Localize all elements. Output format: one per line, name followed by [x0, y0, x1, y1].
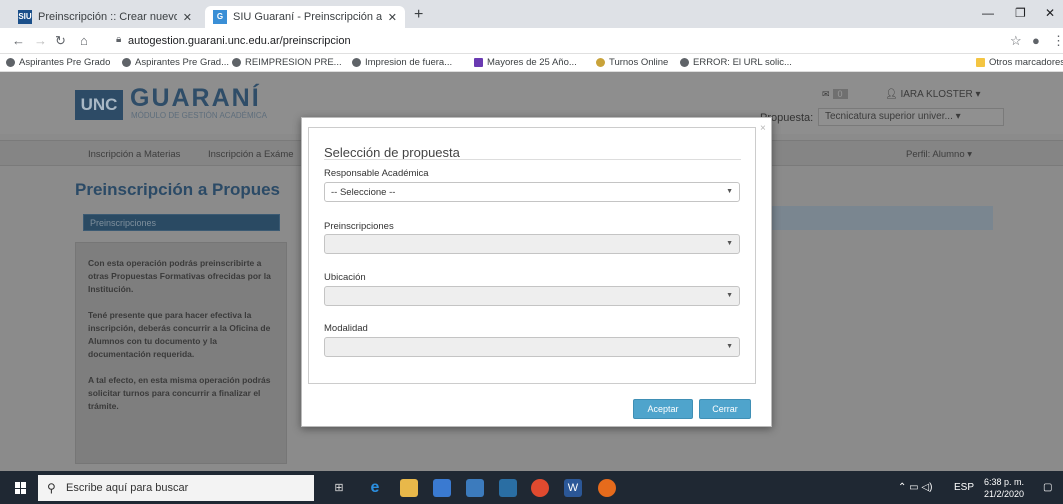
responsable-value: -- Seleccione --: [331, 187, 396, 198]
browser-tabstrip: SIU Preinscripción :: Crear nuevo usu ✕ …: [0, 0, 1063, 28]
siu-favicon-icon: SIU: [18, 10, 32, 24]
new-tab-icon[interactable]: +: [414, 6, 423, 24]
chrome-icon[interactable]: [531, 479, 549, 497]
firefox-icon[interactable]: [598, 479, 616, 497]
info-panel: Con esta operación podrás preinscribirte…: [75, 242, 287, 464]
bookmark-item[interactable]: Aspirantes Pre Grad...: [122, 57, 229, 68]
modal-title: Selección de propuesta: [324, 145, 460, 160]
profile-icon[interactable]: ●: [1032, 33, 1040, 48]
user-name: IARA KLOSTER ▾: [900, 89, 981, 100]
task-view-icon[interactable]: ⊞: [330, 479, 348, 497]
search-icon: ⚲: [47, 481, 56, 495]
menu-perfil[interactable]: Perfil: Alumno ▾: [906, 149, 972, 160]
tab-title: Preinscripción :: Crear nuevo usu: [38, 11, 177, 23]
file-explorer-icon[interactable]: [400, 479, 418, 497]
taskbar: ⚲ Escribe aquí para buscar ⊞ e W ⌃ ▭ ◁) …: [0, 471, 1063, 504]
menu-inscripcion-materias[interactable]: Inscripción a Materias: [88, 149, 180, 160]
bookmarks-bar: Aspirantes Pre Grado Aspirantes Pre Grad…: [0, 54, 1063, 72]
clock-time: 6:38 p. m.: [984, 477, 1025, 487]
user-menu[interactable]: 👤︎ IARA KLOSTER ▾: [885, 89, 981, 100]
propuesta-select[interactable]: Tecnicatura superior univer... ▾: [818, 108, 1004, 126]
clock-date: 21/2/2020: [984, 489, 1025, 499]
clock[interactable]: 6:38 p. m. 21/2/2020: [984, 476, 1024, 500]
ubicacion-select[interactable]: ▼: [324, 286, 740, 306]
responsable-select[interactable]: -- Seleccione -- ▼: [324, 182, 740, 202]
ubicacion-label: Ubicación: [324, 272, 366, 283]
aceptar-button[interactable]: Aceptar: [633, 399, 693, 419]
home-icon[interactable]: ⌂: [80, 33, 88, 48]
mail-badge[interactable]: ✉ 0: [822, 89, 848, 100]
chevron-down-icon: ▼: [726, 292, 733, 299]
tab-siu-guarani[interactable]: G SIU Guaraní - Preinscripción a Pr ✕: [205, 6, 405, 28]
preinscripciones-label: Preinscripciones: [324, 221, 394, 232]
unc-logo: UNC: [75, 90, 123, 120]
back-icon[interactable]: ←: [12, 33, 25, 48]
bookmark-item[interactable]: Impresion de fuera...: [352, 57, 452, 68]
forward-icon[interactable]: →: [34, 33, 47, 48]
bookmark-item[interactable]: REIMPRESION PRE...: [232, 57, 342, 68]
modal-divider: [324, 159, 741, 160]
chevron-down-icon: ▼: [726, 240, 733, 247]
close-tab-icon[interactable]: ✕: [183, 11, 192, 24]
page-title: Preinscripción a Propues: [75, 180, 281, 199]
modalidad-label: Modalidad: [324, 323, 368, 334]
mail-app-icon[interactable]: [466, 479, 484, 497]
tab-preinscripcion[interactable]: SIU Preinscripción :: Crear nuevo usu ✕: [10, 6, 200, 28]
reload-icon[interactable]: ↻: [55, 33, 66, 49]
notifications-icon[interactable]: ▢: [1043, 482, 1052, 493]
preinscripciones-select[interactable]: ▼: [324, 234, 740, 254]
restore-icon[interactable]: ❐: [1015, 6, 1026, 20]
bookmark-item[interactable]: Mayores de 25 Año...: [474, 57, 577, 68]
mail-count: 0: [832, 89, 848, 99]
tab-title: SIU Guaraní - Preinscripción a Pr: [233, 11, 382, 23]
bookmark-item[interactable]: Aspirantes Pre Grado: [6, 57, 110, 68]
guarani-favicon-icon: G: [213, 10, 227, 24]
bookmark-star-icon[interactable]: ☆: [1010, 33, 1022, 49]
minimize-icon[interactable]: —: [982, 6, 994, 20]
responsable-label: Responsable Académica: [324, 168, 429, 179]
chevron-down-icon: ▼: [726, 188, 733, 195]
guarani-logo-title: GUARANÍ: [130, 84, 261, 112]
modal-close-icon[interactable]: ×: [760, 123, 766, 134]
windows-start-icon[interactable]: [15, 482, 27, 494]
browser-toolbar: ← → ↻ ⌂ 🔒︎ autogestion.guarani.unc.edu.a…: [0, 28, 1063, 54]
propuesta-value: Tecnicatura superior univer...: [825, 111, 953, 122]
info-paragraph: A tal efecto, en esta misma operación po…: [88, 375, 271, 411]
store-icon[interactable]: [433, 479, 451, 497]
language-indicator[interactable]: ESP: [954, 482, 974, 493]
taskbar-search[interactable]: ⚲ Escribe aquí para buscar: [38, 475, 314, 501]
other-bookmarks[interactable]: Otros marcadores: [976, 57, 1063, 68]
lock-icon: 🔒︎: [116, 34, 122, 45]
bookmark-item[interactable]: Turnos Online: [596, 57, 668, 68]
cerrar-button[interactable]: Cerrar: [699, 399, 751, 419]
menu-inscripcion-examenes[interactable]: Inscripción a Exáme: [208, 149, 294, 160]
guarani-logo-subtitle: MÓDULO DE GESTIÓN ACADÉMICA: [131, 111, 268, 120]
taskbar-search-placeholder: Escribe aquí para buscar: [66, 482, 189, 494]
window-close-icon[interactable]: ✕: [1045, 6, 1055, 20]
tray-icons[interactable]: ⌃ ▭ ◁): [898, 482, 932, 493]
solitaire-icon[interactable]: [499, 479, 517, 497]
modalidad-select[interactable]: ▼: [324, 337, 740, 357]
info-paragraph: Tené presente que para hacer efectiva la…: [88, 310, 271, 359]
close-tab-icon[interactable]: ✕: [388, 11, 397, 24]
chevron-down-icon: ▼: [726, 343, 733, 350]
edge-icon[interactable]: e: [366, 479, 384, 497]
menu-icon[interactable]: ⋮: [1052, 33, 1063, 49]
mail-icon: ✉: [822, 89, 830, 99]
info-paragraph: Con esta operación podrás preinscribirte…: [88, 258, 271, 294]
bookmark-item[interactable]: ERROR: El URL solic...: [680, 57, 792, 68]
word-icon[interactable]: W: [564, 479, 582, 497]
content-bar: [760, 206, 993, 230]
sidebar-item-preinscripciones[interactable]: Preinscripciones: [83, 214, 280, 231]
address-bar[interactable]: autogestion.guarani.unc.edu.ar/preinscri…: [128, 35, 351, 47]
user-icon: 👤︎: [885, 89, 901, 100]
